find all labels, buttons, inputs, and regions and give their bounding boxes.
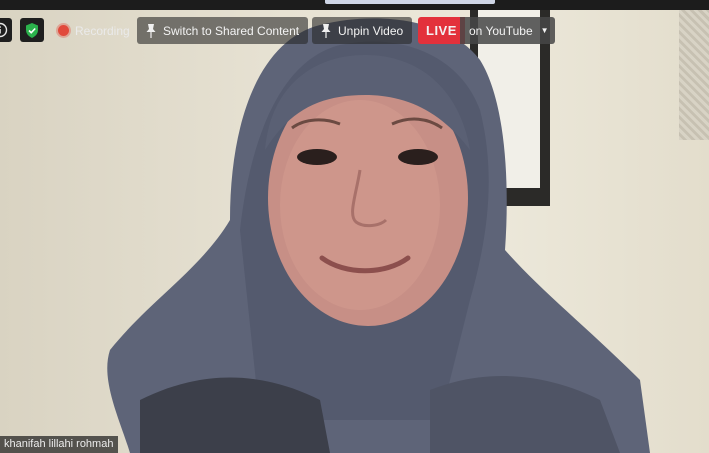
switch-label: Switch to Shared Content [163,23,300,38]
meeting-toolbar: Recording Switch to Shared Content Unpin… [0,17,709,45]
youtube-label: on YouTube [469,23,533,38]
pin-icon [146,23,156,38]
chevron-down-icon: ▼ [540,26,549,35]
live-badge[interactable]: LIVE [418,17,465,44]
participant-name-tag: khanifah lillahi rohmah [0,436,119,453]
security-button[interactable] [20,18,44,42]
recording-indicator[interactable]: Recording [54,17,134,44]
live-label: LIVE [426,23,457,38]
shield-icon [26,22,38,38]
record-dot-icon [58,25,69,36]
switch-to-shared-content-button[interactable]: Switch to Shared Content [137,17,309,44]
participant-video [0,0,709,453]
unpin-video-button[interactable]: Unpin Video [312,17,413,44]
participant-name: khanifah lillahi rohmah [4,438,114,450]
unpin-label: Unpin Video [338,23,404,38]
pin-icon [321,23,331,38]
info-icon [0,22,8,38]
livestream-menu-button[interactable]: on YouTube ▼ [460,17,555,44]
meeting-info-button[interactable] [0,18,12,42]
recording-label: Recording [75,23,130,38]
participant-figure [107,18,650,453]
